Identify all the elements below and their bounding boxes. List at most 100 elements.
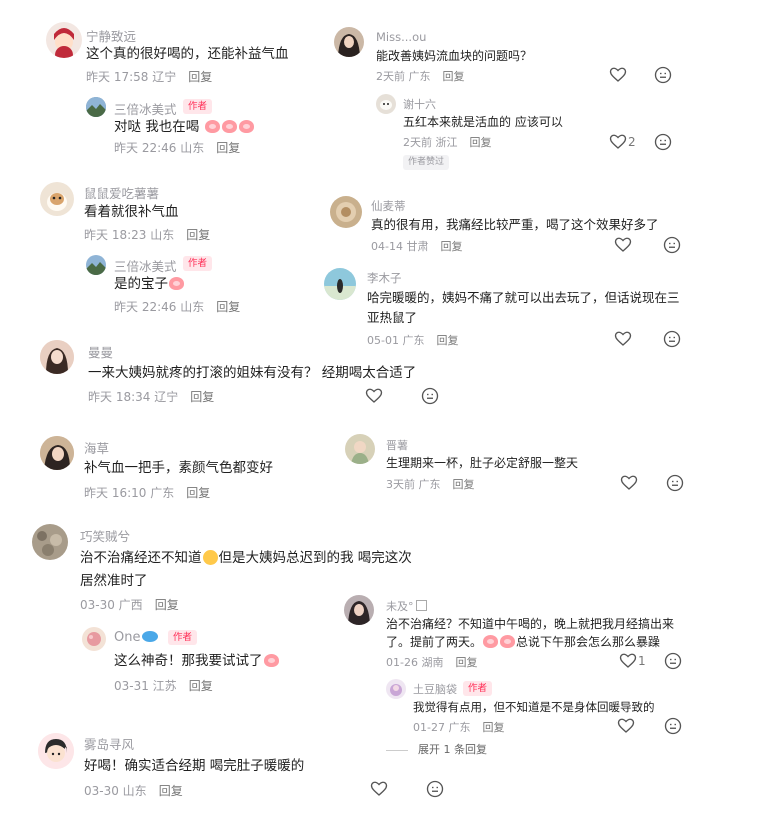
- reply-button[interactable]: 回复: [216, 141, 240, 155]
- comment-meta: 05-01 广东 回复: [367, 334, 459, 347]
- avatar[interactable]: [86, 255, 106, 275]
- avatar[interactable]: [86, 97, 106, 117]
- comment-author[interactable]: 海草: [84, 438, 109, 457]
- heart-outline-icon[interactable]: [370, 780, 388, 798]
- avatar[interactable]: [334, 27, 364, 57]
- peach-emoji: [204, 120, 220, 133]
- heart-outline-icon[interactable]: [609, 66, 627, 84]
- reply-text: 我觉得有点用，但不知道是不是身体回暖导致的: [413, 700, 655, 714]
- author-liked-tag: 作者赞过: [403, 155, 450, 170]
- avatar[interactable]: [344, 595, 374, 625]
- comment-text: 真的很有用，我痛经比较严重，喝了这个效果好多了: [371, 217, 659, 232]
- comment-meta: 3天前 广东 回复: [386, 478, 475, 491]
- avatar[interactable]: [46, 22, 82, 58]
- comment-meta: 2天前 广东 回复: [376, 70, 465, 83]
- comment-author[interactable]: 晋薯: [386, 437, 408, 453]
- reply-button[interactable]: 回复: [190, 390, 214, 404]
- avatar[interactable]: [330, 196, 362, 228]
- comment-meta: 昨天 16:10 广东 回复: [84, 486, 211, 500]
- fish-emoji: [142, 631, 159, 642]
- heart-outline-icon[interactable]: [617, 717, 635, 735]
- comment-meta: 昨天 17:58 辽宁 回复: [86, 68, 212, 85]
- reply-button[interactable]: 回复: [443, 70, 465, 83]
- comment-text: 生理期来一杯，肚子必定舒服一整天: [386, 456, 579, 470]
- face-outline-icon[interactable]: [663, 330, 681, 348]
- face-outline-icon[interactable]: [654, 66, 672, 84]
- comment-meta: 01-26 湖南 回复: [386, 656, 478, 669]
- comment-text: 好喝！确实适合经期 喝完肚子暖暖的: [84, 758, 305, 774]
- reply-button[interactable]: 回复: [455, 656, 477, 669]
- reply-button[interactable]: 回复: [189, 679, 213, 693]
- peach-emoji: [500, 635, 516, 648]
- reply-button[interactable]: 回复: [186, 228, 210, 242]
- comment-author[interactable]: 未及°: [386, 598, 427, 614]
- reply-text: 五红本来就是活血的 应该可以: [403, 115, 563, 129]
- reply-meta: 昨天 22:46 山东 回复: [114, 300, 241, 314]
- comment-author[interactable]: 雾岛寻风: [84, 734, 134, 753]
- avatar[interactable]: [38, 733, 74, 769]
- reply-button[interactable]: 回复: [440, 240, 462, 253]
- comment-author[interactable]: 巧笑贼兮: [80, 526, 130, 545]
- reply-button[interactable]: 回复: [186, 486, 210, 500]
- avatar[interactable]: [82, 627, 106, 651]
- avatar[interactable]: [324, 268, 356, 300]
- heart-outline-icon[interactable]: [620, 474, 638, 492]
- reply-button[interactable]: 回复: [188, 70, 212, 84]
- reply-author[interactable]: One: [114, 630, 159, 645]
- comment-meta: 04-14 甘肃 回复: [371, 240, 463, 253]
- reply-meta: 2天前 浙江 回复: [403, 136, 492, 149]
- avatar[interactable]: [40, 340, 74, 374]
- comment-author[interactable]: Miss...ou: [376, 30, 426, 44]
- author-badge: 作者: [183, 256, 213, 271]
- reply-text: 是的宝子: [114, 273, 185, 295]
- peach-emoji: [483, 635, 499, 648]
- author-badge: 作者: [168, 630, 198, 645]
- avatar[interactable]: [32, 524, 68, 560]
- comment-author[interactable]: 曼曼: [88, 342, 113, 361]
- avatar[interactable]: [345, 434, 375, 464]
- avatar[interactable]: [376, 94, 396, 114]
- comment-text: 看着就很补气血: [84, 204, 179, 220]
- reply-button[interactable]: 回复: [453, 478, 475, 491]
- heart-outline-icon[interactable]: [614, 330, 632, 348]
- comment-meta: 昨天 18:23 山东 回复: [84, 228, 211, 242]
- reply-author[interactable]: 土豆脑袋: [413, 681, 457, 697]
- reply-button[interactable]: 回复: [482, 721, 504, 734]
- avatar[interactable]: [40, 182, 74, 216]
- reply-button[interactable]: 回复: [216, 300, 240, 314]
- reply-text: 对哒 我也在喝: [114, 116, 255, 138]
- comment-meta: 03-30 广西 回复: [80, 598, 179, 612]
- reply-button[interactable]: 回复: [159, 784, 183, 798]
- comment-author[interactable]: 鼠鼠爱吃薯薯: [84, 183, 159, 202]
- comment-text: 治不治痛经还不知道 但是大姨妈总迟到的我 喝完这次: [80, 550, 412, 566]
- comment-text: 哈完暖暖的，姨妈不痛了就可以出去玩了，但话说现在三: [367, 290, 680, 305]
- avatar[interactable]: [40, 436, 74, 470]
- face-outline-icon[interactable]: [663, 236, 681, 254]
- face-outline-icon[interactable]: [654, 133, 672, 151]
- heart-outline-icon[interactable]: [619, 652, 637, 670]
- face-outline-icon[interactable]: [664, 717, 682, 735]
- peach-emoji: [221, 120, 237, 133]
- like-count: 2: [628, 135, 636, 149]
- comment-author[interactable]: 李木子: [367, 270, 402, 286]
- heart-outline-icon[interactable]: [614, 236, 632, 254]
- face-outline-icon[interactable]: [426, 780, 444, 798]
- reply-button[interactable]: 回复: [470, 136, 492, 149]
- face-outline-icon[interactable]: [421, 387, 439, 405]
- comment-author[interactable]: 仙麦蒂: [371, 198, 406, 214]
- reply-author[interactable]: 谢十六: [403, 96, 436, 112]
- divider: [386, 749, 408, 751]
- peach-emoji: [263, 654, 279, 667]
- face-outline-icon[interactable]: [664, 652, 682, 670]
- avatar[interactable]: [386, 679, 406, 699]
- heart-outline-icon[interactable]: [609, 133, 627, 151]
- expand-replies-button[interactable]: 展开 1 条回复: [386, 741, 487, 757]
- comment-meta: 昨天 18:34 辽宁 回复: [88, 390, 215, 404]
- comments-panel: 宁静致远 这个真的很好喝的，还能补益气血 昨天 17:58 辽宁 回复 三倍冰美式…: [28, 0, 698, 824]
- reply-button[interactable]: 回复: [155, 598, 179, 612]
- comment-text: 能改善姨妈流血块的问题吗？: [376, 49, 533, 63]
- reply-text: 这么神奇！那我要试试了: [114, 650, 280, 672]
- reply-button[interactable]: 回复: [436, 334, 458, 347]
- face-outline-icon[interactable]: [666, 474, 684, 492]
- heart-outline-icon[interactable]: [365, 387, 383, 405]
